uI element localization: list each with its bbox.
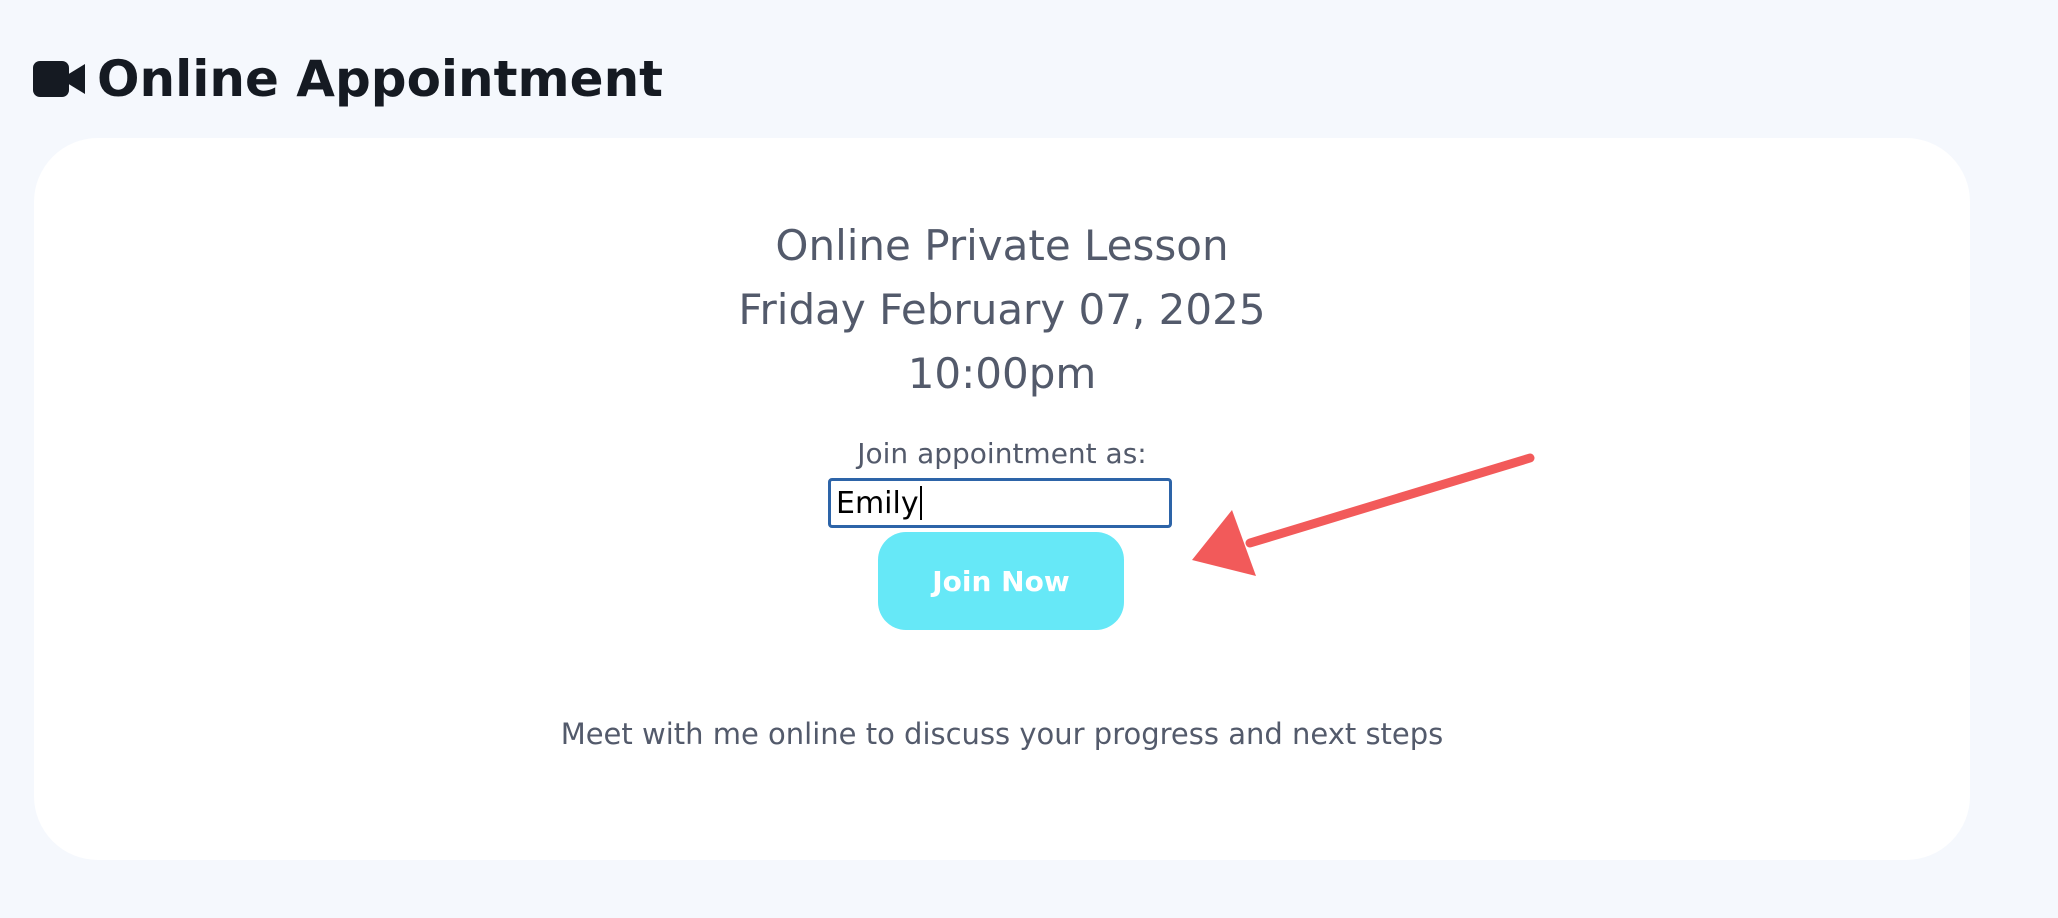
appointment-name: Online Private Lesson <box>775 221 1229 270</box>
page-header: Online Appointment <box>33 44 663 114</box>
annotation-arrow-icon <box>1192 453 1535 576</box>
join-as-label: Join appointment as: <box>857 437 1147 470</box>
join-now-button[interactable]: Join Now <box>878 532 1124 630</box>
appointment-date: Friday February 07, 2025 <box>738 285 1266 334</box>
appointment-time: 10:00pm <box>907 349 1097 398</box>
appointment-card: Online Private Lesson Friday February 07… <box>34 138 1970 860</box>
page-title: Online Appointment <box>97 50 664 108</box>
video-camera-icon <box>33 59 85 99</box>
name-input[interactable]: Emily <box>828 478 1172 528</box>
appointment-details: Online Private Lesson Friday February 07… <box>34 214 1970 406</box>
name-input-value: Emily <box>836 485 919 521</box>
text-caret <box>919 486 922 520</box>
appointment-description: Meet with me online to discuss your prog… <box>560 717 1444 751</box>
